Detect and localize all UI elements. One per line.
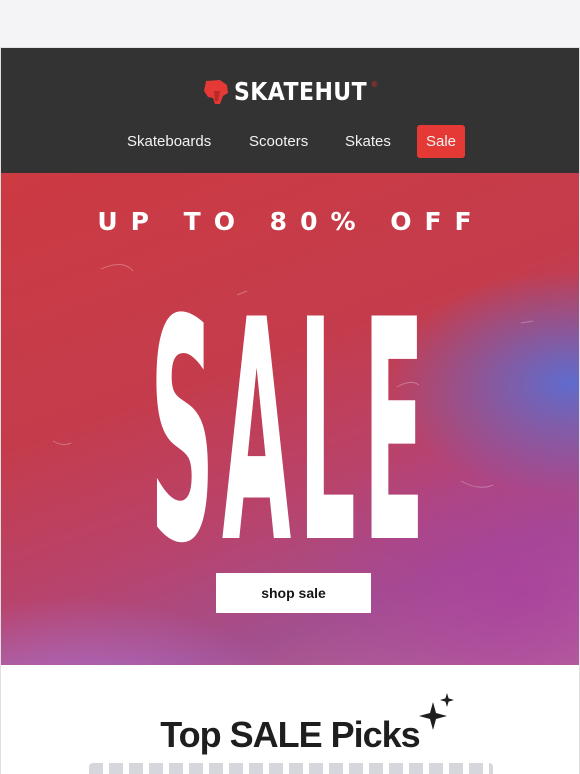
registered-mark: ® bbox=[371, 80, 378, 89]
hero-banner[interactable]: UP TO 80% OFF SALE shop sale bbox=[0, 173, 580, 665]
hero-sale-title: SALE bbox=[150, 254, 432, 610]
main-nav: Skateboards Scooters Skates Sale bbox=[1, 125, 579, 158]
nav-item-sale[interactable]: Sale bbox=[417, 125, 465, 158]
hand-print-logo-icon bbox=[204, 80, 229, 104]
next-row-cut-off bbox=[89, 763, 493, 774]
sparkle-icon bbox=[419, 693, 454, 730]
top-picks-section: Top SALE Picks bbox=[0, 665, 580, 774]
hero-headline: UP TO 80% OFF bbox=[97, 207, 484, 236]
brand-logo[interactable]: SKATEHUT ® bbox=[1, 77, 579, 107]
nav-item-skateboards[interactable]: Skateboards bbox=[127, 125, 211, 158]
nav-item-scooters[interactable]: Scooters bbox=[249, 125, 308, 158]
top-spacer bbox=[0, 0, 580, 48]
nav-item-skates[interactable]: Skates bbox=[345, 125, 391, 158]
email-page: SKATEHUT ® Skateboards Scooters Skates S… bbox=[0, 0, 580, 774]
top-picks-title: Top SALE Picks bbox=[160, 714, 420, 755]
brand-name: SKATEHUT bbox=[234, 77, 368, 106]
site-header: SKATEHUT ® Skateboards Scooters Skates S… bbox=[0, 48, 580, 173]
shop-sale-button[interactable]: shop sale bbox=[216, 573, 371, 613]
